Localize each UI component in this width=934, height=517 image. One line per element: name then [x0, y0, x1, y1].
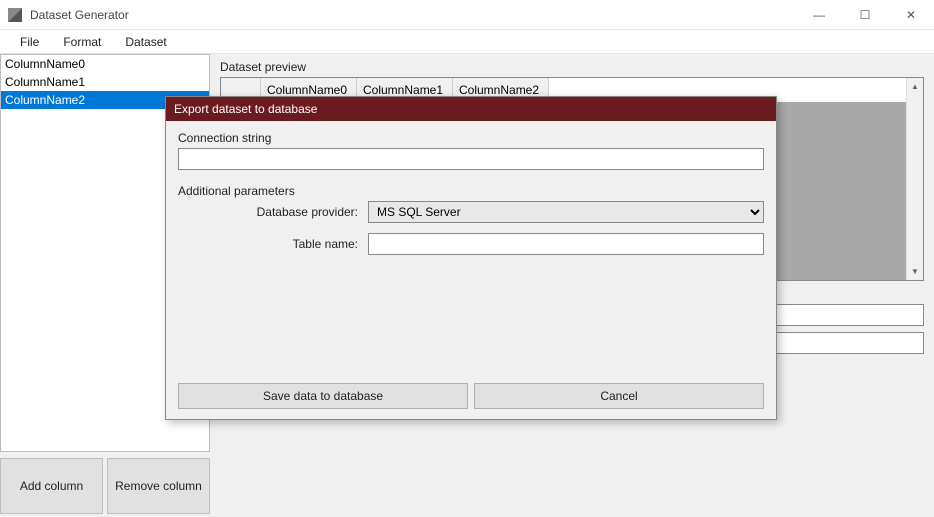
app-icon — [8, 8, 22, 22]
column-buttons: Add column Remove column — [0, 458, 210, 514]
list-item[interactable]: ColumnName1 — [1, 73, 209, 91]
save-button[interactable]: Save data to database — [178, 383, 468, 409]
export-dialog: Export dataset to database Connection st… — [165, 96, 777, 420]
menubar: File Format Dataset — [0, 30, 934, 54]
add-column-button[interactable]: Add column — [0, 458, 103, 514]
menu-dataset[interactable]: Dataset — [113, 32, 178, 52]
maximize-button[interactable]: ☐ — [842, 0, 888, 29]
aux-input-1[interactable] — [764, 304, 924, 326]
preview-label: Dataset preview — [220, 60, 924, 74]
scroll-down-icon[interactable]: ▼ — [907, 263, 923, 280]
tablename-row: Table name: — [178, 233, 764, 255]
remove-column-button[interactable]: Remove column — [107, 458, 210, 514]
provider-label: Database provider: — [178, 205, 368, 219]
dialog-buttons: Save data to database Cancel — [166, 383, 776, 419]
menu-format[interactable]: Format — [51, 32, 113, 52]
titlebar: Dataset Generator — ☐ ✕ — [0, 0, 934, 30]
minimize-button[interactable]: — — [796, 0, 842, 29]
database-provider-select[interactable]: MS SQL Server — [368, 201, 764, 223]
dialog-title: Export dataset to database — [166, 97, 776, 121]
table-name-label: Table name: — [178, 237, 368, 251]
window-controls: — ☐ ✕ — [796, 0, 934, 29]
aux-inputs — [764, 304, 924, 360]
connection-string-input[interactable] — [178, 148, 764, 170]
list-item[interactable]: ColumnName0 — [1, 55, 209, 73]
scroll-up-icon[interactable]: ▲ — [907, 78, 923, 95]
dialog-body: Connection string Additional parameters … — [166, 121, 776, 383]
aux-input-2[interactable] — [764, 332, 924, 354]
cancel-button[interactable]: Cancel — [474, 383, 764, 409]
window-title: Dataset Generator — [30, 8, 796, 22]
provider-row: Database provider: MS SQL Server — [178, 201, 764, 223]
table-name-input[interactable] — [368, 233, 764, 255]
vertical-scrollbar[interactable]: ▲ ▼ — [906, 78, 923, 280]
close-button[interactable]: ✕ — [888, 0, 934, 29]
connection-string-label: Connection string — [178, 131, 764, 145]
additional-params-label: Additional parameters — [178, 184, 764, 198]
menu-file[interactable]: File — [8, 32, 51, 52]
